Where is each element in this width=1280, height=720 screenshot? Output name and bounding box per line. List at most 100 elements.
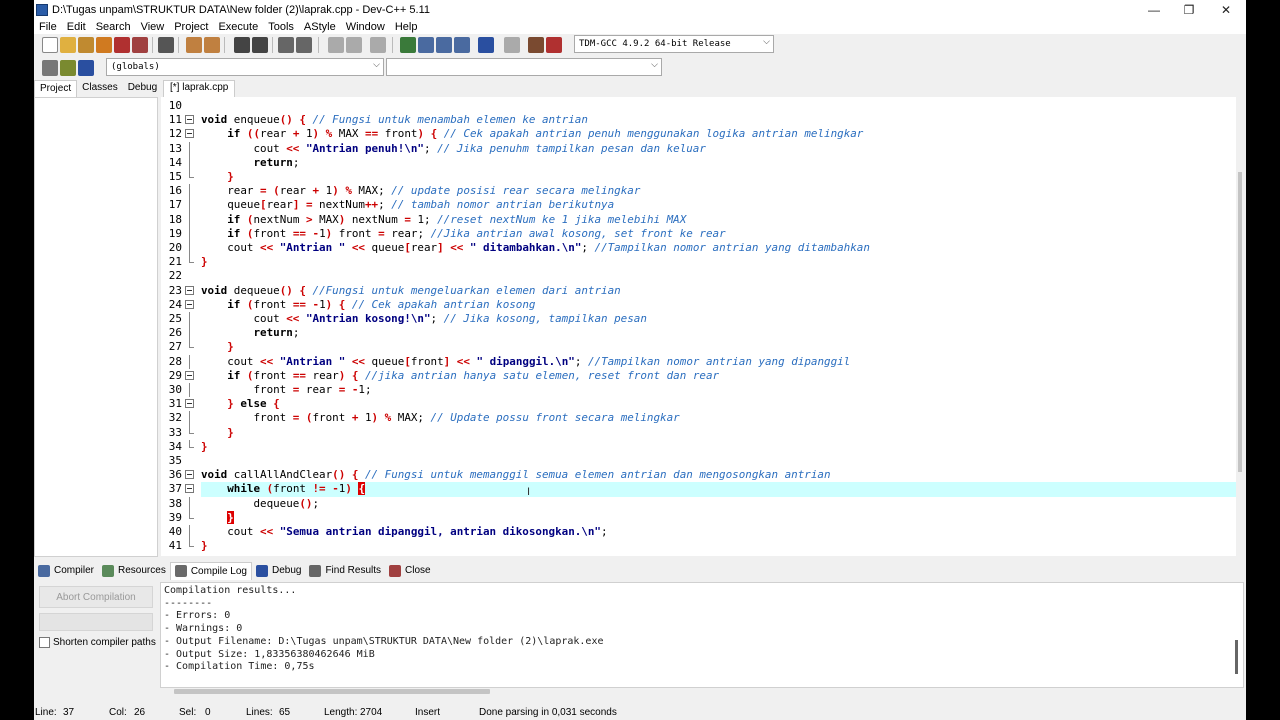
indent-icon[interactable] [296,37,312,53]
undo-icon[interactable] [186,37,202,53]
forward-icon[interactable] [346,37,362,53]
menu-execute[interactable]: Execute [213,21,263,33]
code-line[interactable]: cout << "Antrian penuh!\n"; // Jika penu… [201,142,1236,156]
insert-icon[interactable] [42,60,58,76]
code-line[interactable]: dequeue(); [201,497,1236,511]
code-line[interactable]: void callAllAndClear() { // Fungsi untuk… [201,468,1236,482]
tab-find-results[interactable]: Find Results [305,562,385,580]
code-line[interactable]: if (front == rear) { //jika antrian hany… [201,369,1236,383]
code-line[interactable]: front = (front + 1) % MAX; // Update pos… [201,411,1236,425]
stop-execution-icon[interactable] [504,37,520,53]
code-line[interactable]: if (front == -1) { // Cek apakah antrian… [201,298,1236,312]
new-file-icon[interactable] [42,37,58,53]
shorten-paths-checkbox[interactable] [39,637,50,648]
menu-project[interactable]: Project [169,21,213,33]
close-file-icon[interactable] [114,37,130,53]
code-line[interactable]: queue[rear] = nextNum++; // tambah nomor… [201,198,1236,212]
menu-view[interactable]: View [136,21,170,33]
menu-file[interactable]: File [34,21,62,33]
rebuild-all-icon[interactable] [454,37,470,53]
menu-tools[interactable]: Tools [263,21,299,33]
save-icon[interactable] [78,37,94,53]
back-icon[interactable] [328,37,344,53]
tab-close[interactable]: Close [385,562,435,580]
code-editor[interactable]: 10 11 void enqueue() { // Fungsi untuk men… [161,97,1236,556]
log-horizontal-scrollbar[interactable] [174,689,490,694]
replace-icon[interactable] [252,37,268,53]
goto-icon[interactable] [78,60,94,76]
code-line[interactable]: rear = (rear + 1) % MAX; // update posis… [201,184,1236,198]
code-line[interactable]: } [201,510,1236,525]
menu-help[interactable]: Help [390,21,423,33]
tab-project[interactable]: Project [34,80,78,98]
code-line[interactable]: } [201,255,1236,269]
bookmark-icon[interactable] [370,37,386,53]
editor-tab-laprak[interactable]: [*] laprak.cpp [163,80,236,97]
code-line[interactable]: front = rear = -1; [201,383,1236,397]
close-all-icon[interactable] [132,37,148,53]
toggle-comment-icon[interactable] [60,60,76,76]
goto-line-icon[interactable] [278,37,294,53]
fold-toggle-icon[interactable] [185,369,195,383]
tab-debug-output[interactable]: Debug [252,562,305,580]
code-line[interactable]: return; [201,156,1236,170]
fold-toggle-icon[interactable] [185,284,195,298]
fold-toggle-icon[interactable] [185,127,195,141]
save-all-icon[interactable] [96,37,112,53]
code-line[interactable]: void enqueue() { // Fungsi untuk menamba… [201,113,1236,127]
code-line[interactable]: cout << "Antrian " << queue[rear] << " d… [201,241,1236,255]
code-line[interactable]: } [201,426,1236,440]
print-icon[interactable] [158,37,174,53]
compile-log-output[interactable]: Compilation results... -------- - Errors… [160,582,1244,688]
code-line[interactable]: } else { [201,397,1236,411]
menu-window[interactable]: Window [341,21,390,33]
code-line[interactable]: return; [201,326,1236,340]
shorten-paths-row[interactable]: Shorten compiler paths [39,637,156,648]
profile-icon[interactable] [528,37,544,53]
line-number: 11 [168,113,182,127]
menu-search[interactable]: Search [91,21,136,33]
tab-compile-log[interactable]: Compile Log [169,561,252,580]
minimize-button[interactable]: — [1136,0,1172,19]
code-line[interactable]: if (nextNum > MAX) nextNum = 1; //reset … [201,213,1236,227]
code-line[interactable]: cout << "Antrian kosong!\n"; // Jika kos… [201,312,1236,326]
close-window-button[interactable]: ✕ [1208,0,1244,19]
fold-toggle-icon[interactable] [185,397,195,411]
delete-profile-icon[interactable] [546,37,562,53]
compile-icon[interactable] [400,37,416,53]
tab-classes[interactable]: Classes [77,80,123,98]
code-line[interactable]: cout << "Antrian " << queue[front] << " … [201,355,1236,369]
code-line[interactable]: } [201,170,1236,184]
code-line[interactable]: if (front == -1) front = rear; //Jika an… [201,227,1236,241]
log-vertical-scrollbar[interactable] [1235,640,1238,674]
editor-vertical-scrollbar[interactable] [1236,97,1246,556]
tab-compiler[interactable]: Compiler [34,562,98,580]
compile-run-icon[interactable] [436,37,452,53]
code-line[interactable]: void dequeue() { //Fungsi untuk mengelua… [201,284,1236,298]
run-icon[interactable] [418,37,434,53]
abort-compilation-button[interactable]: Abort Compilation [39,586,153,608]
code-line[interactable]: } [201,539,1236,553]
fold-toggle-icon[interactable] [185,468,195,482]
menu-edit[interactable]: Edit [62,21,91,33]
fold-toggle-icon[interactable] [185,482,195,496]
code-line[interactable]: while (front != -1) { [201,482,1236,497]
code-line[interactable]: } [201,340,1236,354]
tab-resources[interactable]: Resources [98,562,170,580]
fold-toggle-icon[interactable] [185,298,195,312]
menu-astyle[interactable]: AStyle [299,21,341,33]
code-line[interactable]: } [201,440,1236,454]
maximize-button[interactable]: ❐ [1171,0,1207,19]
scope-select[interactable]: (globals) ⌵ [106,58,384,76]
symbol-select[interactable]: ⌵ [386,58,662,76]
find-icon[interactable] [234,37,250,53]
compiler-select[interactable]: TDM-GCC 4.9.2 64-bit Release ⌵ [574,35,774,53]
code-line[interactable]: cout << "Semua antrian dipanggil, antria… [201,525,1236,539]
code-line[interactable]: if ((rear + 1) % MAX == front) { // Cek … [201,127,1236,141]
tab-debug[interactable]: Debug [123,80,162,98]
syntax-check-icon[interactable] [478,37,494,53]
project-browser[interactable] [34,97,158,557]
redo-icon[interactable] [204,37,220,53]
fold-toggle-icon[interactable] [185,113,195,127]
open-folder-icon[interactable] [60,37,76,53]
